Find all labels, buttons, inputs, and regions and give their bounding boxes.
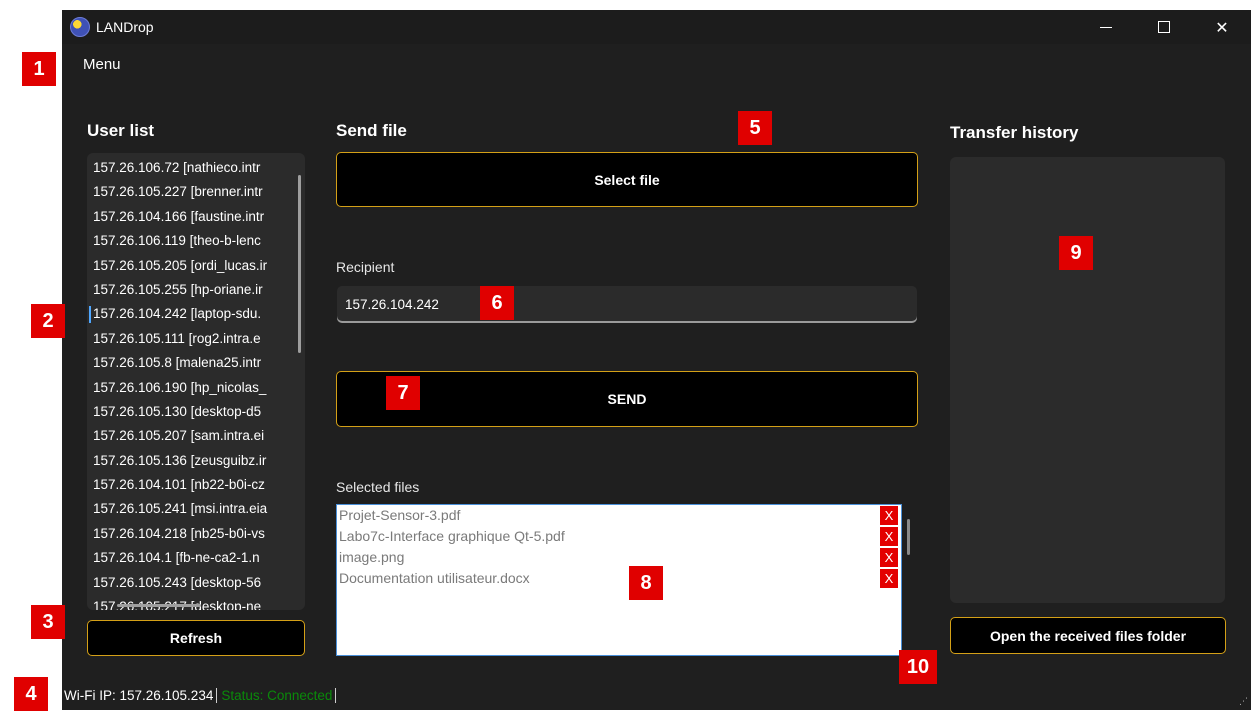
maximize-button[interactable] <box>1135 10 1193 44</box>
user-list-horizontal-scrollbar[interactable] <box>117 604 201 607</box>
annotation-badge-1: 1 <box>22 52 56 86</box>
annotation-badge-3: 3 <box>31 605 65 639</box>
resize-grip-icon[interactable]: ⋰ <box>1239 697 1248 707</box>
remove-file-button[interactable]: X <box>880 527 898 546</box>
remove-file-button[interactable]: X <box>880 506 898 525</box>
user-list-item[interactable]: 157.26.106.190 [hp_nicolas_ <box>87 376 293 400</box>
user-list-item[interactable]: 157.26.105.227 [brenner.intr <box>87 180 293 204</box>
send-button[interactable]: SEND <box>336 371 918 427</box>
connection-status: Status: Connected <box>217 687 337 703</box>
selected-file-name: image.png <box>339 549 405 565</box>
annotation-badge-5: 5 <box>738 111 772 145</box>
window-title: LANDrop <box>96 19 154 35</box>
recipient-input[interactable] <box>337 286 917 323</box>
menu-bar: Menu <box>62 44 1251 84</box>
annotation-badge-6: 6 <box>480 286 514 320</box>
selected-file-name: Projet-Sensor-3.pdf <box>339 507 461 523</box>
minimize-button[interactable] <box>1077 10 1135 44</box>
annotation-badge-2: 2 <box>31 304 65 338</box>
user-list-item[interactable]: 157.26.104.242 [laptop-sdu. <box>87 302 293 326</box>
selected-files-list[interactable]: Projet-Sensor-3.pdf X Labo7c-Interface gra… <box>336 504 910 656</box>
user-list-item[interactable]: 157.26.105.243 [desktop-56 <box>87 571 293 595</box>
selected-file-name: Documentation utilisateur.docx <box>339 570 530 586</box>
remove-file-button[interactable]: X <box>880 569 898 588</box>
window-controls: ✕ <box>1077 10 1251 44</box>
user-list-item[interactable]: 157.26.104.101 [nb22-b0i-cz <box>87 473 293 497</box>
wifi-ip-status: Wi-Fi IP: 157.26.105.234 <box>62 687 218 703</box>
user-list-item[interactable]: 157.26.105.136 [zeusguibz.ir <box>87 449 293 473</box>
annotation-badge-10: 10 <box>899 650 937 684</box>
select-file-button[interactable]: Select file <box>336 152 918 207</box>
user-list-items: 157.26.106.72 [nathieco.intr 157.26.105.2… <box>87 153 305 610</box>
user-list-item[interactable]: 157.26.105.8 [malena25.intr <box>87 351 293 375</box>
menu-item-menu[interactable]: Menu <box>83 56 121 73</box>
selected-file-name: Labo7c-Interface graphique Qt-5.pdf <box>339 528 565 544</box>
user-list-item[interactable]: 157.26.105.255 [hp-oriane.ir <box>87 278 293 302</box>
title-bar: LANDrop ✕ <box>62 10 1251 44</box>
open-received-folder-button[interactable]: Open the received files folder <box>950 617 1226 654</box>
user-list-item[interactable]: 157.26.104.218 [nb25-b0i-vs <box>87 522 293 546</box>
app-window: LANDrop ✕ Menu User list 157.26.106.72 [… <box>62 10 1251 710</box>
annotation-badge-4: 4 <box>14 677 48 711</box>
annotation-badge-8: 8 <box>629 566 663 600</box>
annotation-badge-9: 9 <box>1059 236 1093 270</box>
selected-file-item: Projet-Sensor-3.pdf X <box>337 505 901 526</box>
selected-file-item: Documentation utilisateur.docx X <box>337 568 901 589</box>
user-list[interactable]: 157.26.106.72 [nathieco.intr 157.26.105.2… <box>87 153 305 610</box>
selected-files-items: Projet-Sensor-3.pdf X Labo7c-Interface gra… <box>337 505 901 589</box>
selected-file-item: image.png X <box>337 547 901 568</box>
close-button[interactable]: ✕ <box>1193 10 1251 44</box>
selected-file-item: Labo7c-Interface graphique Qt-5.pdf X <box>337 526 901 547</box>
user-list-item[interactable]: 157.26.106.119 [theo-b-lenc <box>87 229 293 253</box>
status-bar: Wi-Fi IP: 157.26.105.234 Status: Connect… <box>62 680 1251 710</box>
recipient-label: Recipient <box>336 259 395 275</box>
refresh-button[interactable]: Refresh <box>87 620 305 656</box>
user-list-item[interactable]: 157.26.105.205 [ordi_lucas.ir <box>87 254 293 278</box>
app-logo-icon <box>70 17 90 37</box>
maximize-icon <box>1158 21 1170 33</box>
annotation-badge-7: 7 <box>386 376 420 410</box>
user-list-item[interactable]: 157.26.105.130 [desktop-d5 <box>87 400 293 424</box>
send-file-title: Send file <box>336 121 407 140</box>
remove-file-button[interactable]: X <box>880 548 898 567</box>
user-list-item[interactable]: 157.26.105.217 [desktop-ne <box>87 595 293 610</box>
user-list-title: User list <box>87 121 155 140</box>
user-list-item[interactable]: 157.26.104.1 [fb-ne-ca2-1.n <box>87 546 293 570</box>
user-list-item[interactable]: 157.26.105.111 [rog2.intra.e <box>87 327 293 351</box>
user-list-vertical-scrollbar[interactable] <box>298 175 301 353</box>
user-list-item[interactable]: 157.26.106.72 [nathieco.intr <box>87 156 293 180</box>
close-icon: ✕ <box>1215 17 1229 37</box>
transfer-history-title: Transfer history <box>950 123 1079 142</box>
user-list-item[interactable]: 157.26.105.207 [sam.intra.ei <box>87 424 293 448</box>
user-list-item[interactable]: 157.26.104.166 [faustine.intr <box>87 205 293 229</box>
transfer-history-panel[interactable] <box>950 157 1225 603</box>
minimize-icon <box>1100 26 1112 28</box>
selected-files-scrollbar[interactable] <box>907 519 910 555</box>
selected-files-label: Selected files <box>336 479 420 495</box>
user-list-item[interactable]: 157.26.105.241 [msi.intra.eia <box>87 497 293 521</box>
